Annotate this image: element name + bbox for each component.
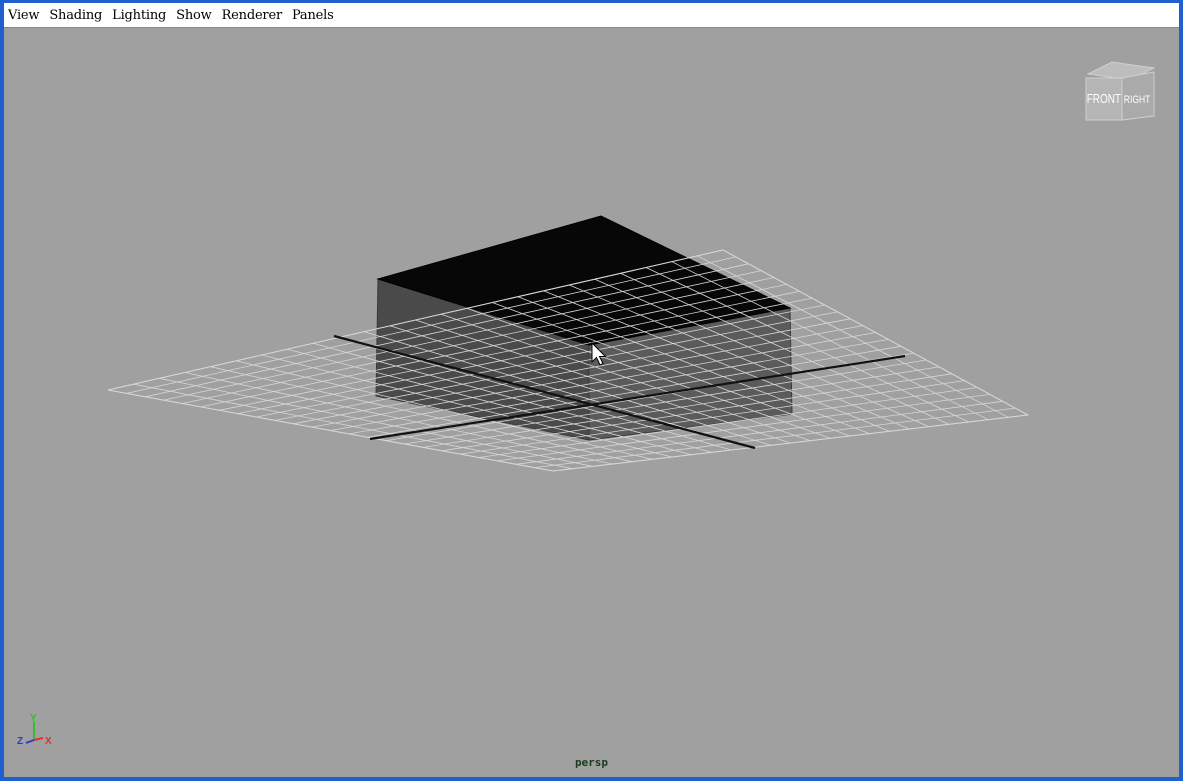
camera-name-label: persp [574,756,609,769]
panel-menubar: View Shading Lighting Show Renderer Pane… [4,3,1179,28]
menu-panels[interactable]: Panels [292,8,334,23]
viewcube-right-label[interactable]: RIGHT [1124,94,1151,106]
viewcube-icon[interactable]: FRONT RIGHT [1085,61,1156,121]
gizmo-x-line [33,737,44,741]
menu-show[interactable]: Show [176,8,212,23]
gizmo-y-label: Y [30,713,37,724]
gizmo-x-label: X [45,736,52,747]
gizmo-z-line [25,739,35,744]
axis-gizmo-icon: Y X Z [17,713,52,747]
gizmo-z-label: Z [17,736,23,747]
perspective-viewport[interactable]: FRONT RIGHT Y X Z persp [4,28,1179,777]
menu-renderer[interactable]: Renderer [222,8,283,23]
viewcube-front-label[interactable]: FRONT [1087,92,1121,107]
scene-canvas[interactable]: FRONT RIGHT Y X Z [4,28,1179,781]
menu-shading[interactable]: Shading [49,8,102,23]
menu-view[interactable]: View [8,8,40,23]
maya-viewport-panel: View Shading Lighting Show Renderer Pane… [0,0,1183,781]
menu-lighting[interactable]: Lighting [112,8,166,23]
